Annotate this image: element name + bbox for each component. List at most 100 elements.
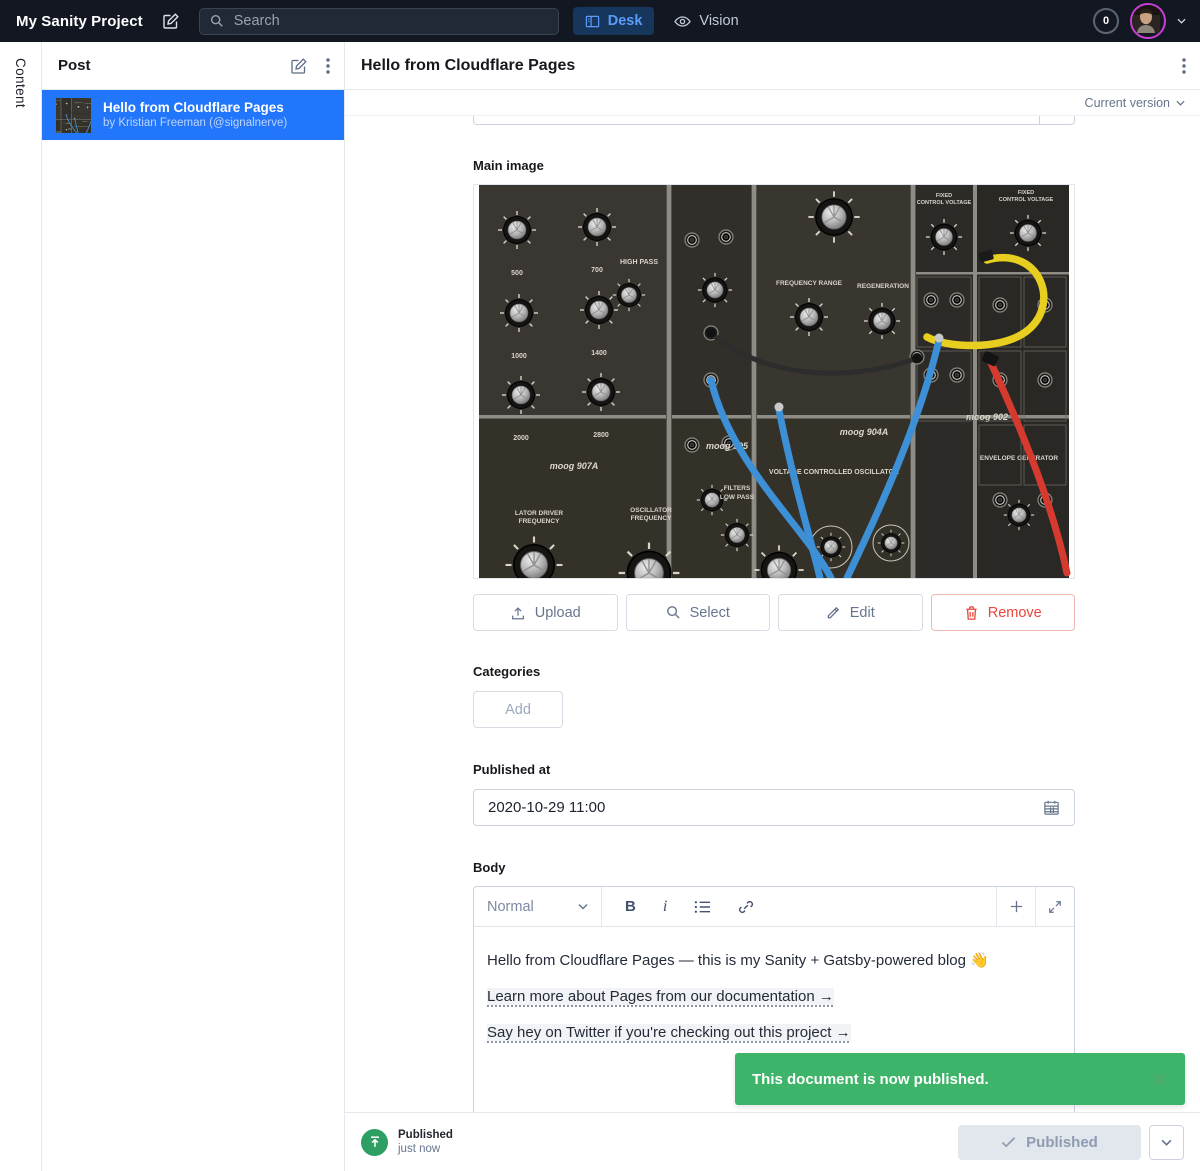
chevron-down-icon (1161, 1139, 1172, 1146)
svg-text:2800: 2800 (593, 432, 609, 439)
svg-text:1000: 1000 (511, 353, 527, 360)
tab-desk[interactable]: Desk (573, 7, 655, 35)
text-style-select[interactable]: Normal (474, 887, 602, 926)
svg-text:FREQUENCY: FREQUENCY (631, 515, 672, 522)
project-title: My Sanity Project (16, 13, 143, 30)
svg-text:FIXED: FIXED (936, 193, 952, 199)
svg-text:VOLTAGE CONTROLLED OSCILLATOR: VOLTAGE CONTROLLED OSCILLATOR (769, 469, 899, 476)
svg-text:HIGH PASS: HIGH PASS (620, 259, 658, 266)
svg-text:moog 902: moog 902 (966, 412, 1008, 422)
close-icon[interactable] (1152, 1071, 1168, 1087)
document-form: Main image (345, 116, 1200, 1112)
document-editor-pane: Hello from Cloudflare Pages Current vers… (345, 42, 1200, 1171)
search-icon (666, 605, 681, 620)
document-title: Hello from Cloudflare Pages (361, 57, 575, 75)
expand-icon (1048, 900, 1062, 914)
version-label: Current version (1085, 96, 1170, 110)
link-button[interactable] (738, 899, 754, 915)
check-icon (1001, 1136, 1016, 1148)
tab-vision[interactable]: Vision (662, 7, 750, 35)
user-menu-chevron-icon[interactable] (1177, 18, 1186, 24)
avatar[interactable] (1130, 3, 1166, 39)
content-rail-label[interactable]: Content (13, 58, 28, 108)
top-navbar: My Sanity Project Desk (0, 0, 1200, 42)
search-icon (210, 14, 224, 28)
calendar-icon[interactable] (1043, 799, 1060, 816)
plus-icon (1009, 899, 1024, 914)
publish-toast: This document is now published. (735, 1053, 1185, 1105)
list-pane-header: Post (42, 42, 344, 90)
svg-text:LOW PASS: LOW PASS (720, 494, 755, 501)
body-link-twitter[interactable]: Say hey on Twitter if you're checking ou… (487, 1024, 851, 1041)
publish-status-time: just now (398, 1142, 453, 1156)
new-document-icon[interactable] (162, 12, 180, 30)
document-header: Hello from Cloudflare Pages (345, 42, 1200, 90)
bullet-list-button[interactable] (694, 900, 711, 914)
body-toolbar: Normal B i (474, 887, 1074, 927)
body-link-documentation[interactable]: Learn more about Pages from our document… (487, 988, 834, 1005)
list-item-title: Hello from Cloudflare Pages (103, 99, 287, 116)
tab-desk-label: Desk (608, 13, 643, 29)
list-pane-title: Post (58, 57, 91, 74)
body-paragraph[interactable]: Hello from Cloudflare Pages — this is my… (487, 950, 1061, 972)
add-category-button[interactable]: Add (473, 691, 563, 728)
eye-icon (674, 14, 691, 29)
list-item-post[interactable]: Hello from Cloudflare Pages by Kristian … (42, 90, 344, 140)
bold-button[interactable]: B (625, 898, 636, 915)
topbar-right: 0 (1093, 3, 1186, 39)
edit-button[interactable]: Edit (778, 594, 923, 631)
publish-status-title: Published (398, 1128, 453, 1142)
toast-message: This document is now published. (752, 1071, 989, 1088)
categories-label: Categories (473, 664, 1075, 679)
svg-text:500: 500 (511, 270, 523, 277)
publish-menu-chevron-button[interactable] (1149, 1125, 1184, 1160)
svg-text:FREQUENCY RANGE: FREQUENCY RANGE (776, 280, 843, 287)
insert-block-button[interactable] (996, 887, 1035, 926)
badge-count: 0 (1103, 15, 1109, 27)
version-selector[interactable]: Current version (345, 90, 1200, 116)
fullscreen-button[interactable] (1035, 887, 1074, 926)
svg-text:1400: 1400 (591, 350, 607, 357)
publish-status-icon (361, 1129, 388, 1156)
body-content[interactable]: Hello from Cloudflare Pages — this is my… (474, 927, 1074, 1067)
svg-text:FILTERS: FILTERS (724, 485, 751, 492)
clipped-slug-field[interactable] (473, 116, 1075, 125)
create-post-icon[interactable] (290, 57, 308, 75)
svg-text:moog 904A: moog 904A (840, 427, 889, 437)
document-menu-kebab-icon[interactable] (1182, 58, 1186, 74)
svg-text:FREQUENCY: FREQUENCY (519, 518, 560, 525)
svg-text:LATOR DRIVER: LATOR DRIVER (515, 510, 563, 517)
svg-text:CONTROL VOLTAGE: CONTROL VOLTAGE (917, 200, 972, 206)
publish-button[interactable]: Published (958, 1125, 1141, 1160)
published-at-value: 2020-10-29 11:00 (488, 799, 605, 816)
svg-text:2000: 2000 (513, 435, 529, 442)
list-menu-kebab-icon[interactable] (326, 58, 330, 74)
published-at-input[interactable]: 2020-10-29 11:00 (473, 789, 1075, 826)
main-image-preview[interactable]: 500 700 1000 1400 2000 2800 HIGH PASS (473, 184, 1075, 579)
svg-text:FIXED: FIXED (1018, 190, 1034, 196)
tab-vision-label: Vision (699, 13, 738, 29)
sanity-studio: My Sanity Project Desk (0, 0, 1200, 1171)
app-body: Content Post (0, 42, 1200, 1171)
svg-text:REGENERATION: REGENERATION (857, 283, 909, 290)
select-button[interactable]: Select (626, 594, 771, 631)
search-input[interactable] (232, 12, 516, 30)
search-bar[interactable] (199, 8, 559, 35)
status-badge[interactable]: 0 (1093, 8, 1119, 34)
published-at-label: Published at (473, 762, 1075, 777)
upload-icon (510, 605, 526, 621)
trash-icon (964, 605, 979, 621)
remove-button[interactable]: Remove (931, 594, 1076, 631)
body-label: Body (473, 860, 1075, 875)
svg-text:moog 907A: moog 907A (550, 461, 599, 471)
svg-text:CONTROL VOLTAGE: CONTROL VOLTAGE (999, 197, 1054, 203)
document-footer: Published just now Published (345, 1112, 1200, 1171)
italic-button[interactable]: i (663, 898, 667, 916)
document-list-pane: Post (42, 42, 345, 1171)
desk-icon (585, 14, 600, 29)
svg-text:OSCILLATOR: OSCILLATOR (630, 507, 672, 514)
main-image-label: Main image (473, 158, 1075, 173)
svg-text:700: 700 (591, 267, 603, 274)
post-thumbnail (56, 98, 91, 133)
upload-button[interactable]: Upload (473, 594, 618, 631)
